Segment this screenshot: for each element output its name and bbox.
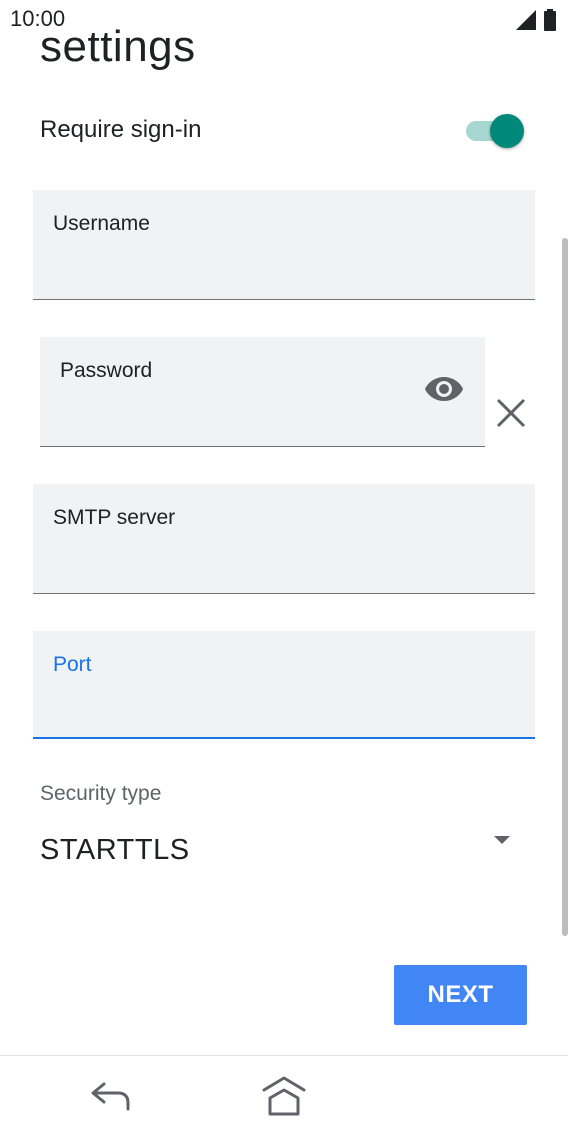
- username-label: Username: [53, 212, 150, 235]
- require-signin-label: Require sign-in: [40, 116, 202, 143]
- signal-icon: [516, 10, 536, 30]
- next-button[interactable]: NEXT: [394, 965, 527, 1025]
- page-title: settings: [40, 22, 196, 71]
- port-label: Port: [53, 653, 92, 676]
- back-icon[interactable]: [90, 1078, 132, 1114]
- status-icons: [516, 9, 556, 31]
- security-type-select[interactable]: STARTTLS: [40, 834, 190, 867]
- home-icon[interactable]: [260, 1074, 308, 1118]
- smtp-server-label: SMTP server: [53, 506, 176, 529]
- dropdown-arrow-icon[interactable]: [492, 834, 512, 846]
- password-field[interactable]: Password: [40, 337, 485, 447]
- close-icon[interactable]: [494, 396, 528, 430]
- require-signin-toggle[interactable]: [466, 114, 524, 148]
- battery-icon: [544, 9, 556, 31]
- port-field[interactable]: Port: [33, 631, 535, 739]
- password-label: Password: [60, 359, 153, 382]
- toggle-thumb: [490, 114, 524, 148]
- username-field[interactable]: Username: [33, 190, 535, 300]
- smtp-server-field[interactable]: SMTP server: [33, 484, 535, 594]
- eye-icon[interactable]: [424, 375, 464, 403]
- scrollbar[interactable]: [562, 238, 568, 936]
- security-type-label: Security type: [40, 782, 162, 805]
